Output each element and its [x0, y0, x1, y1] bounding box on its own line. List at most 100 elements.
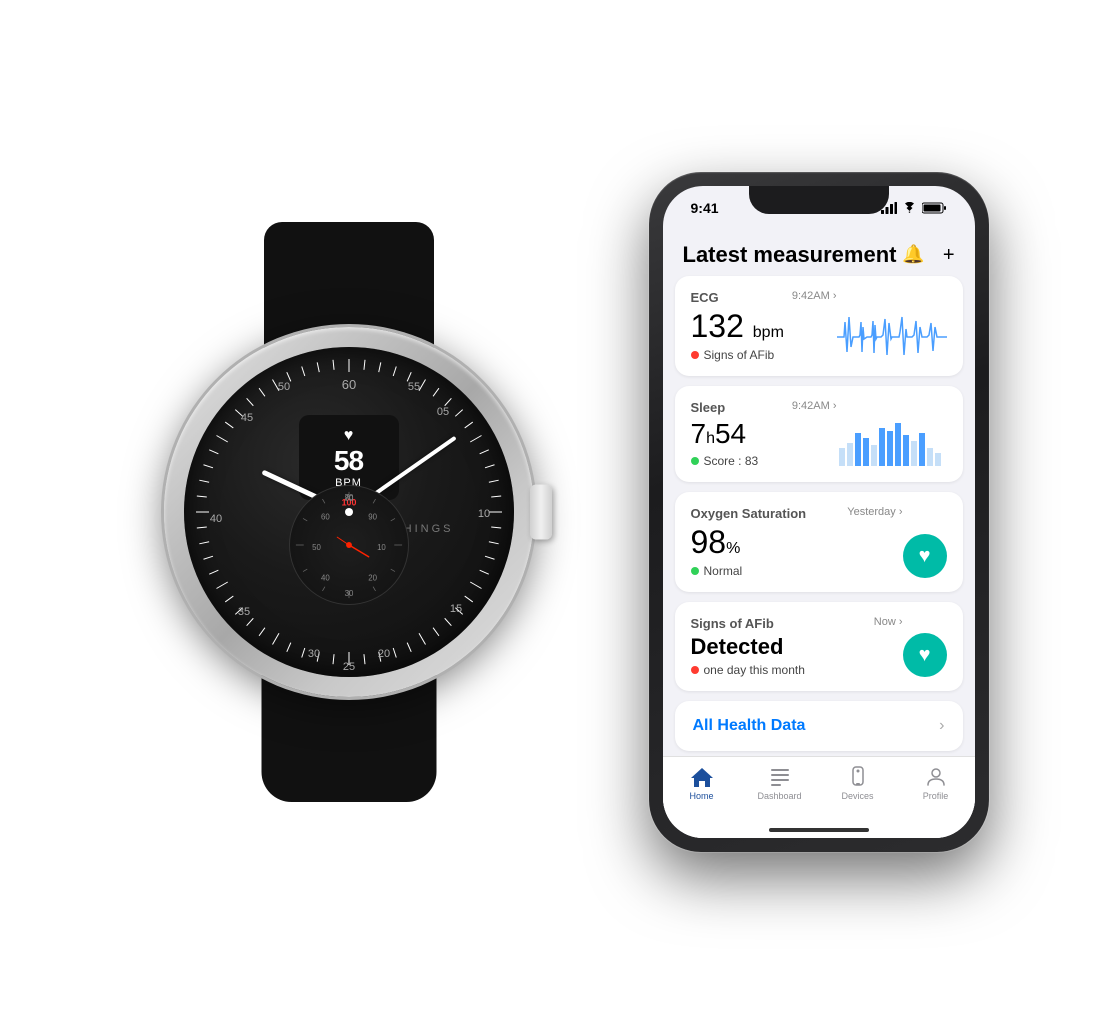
plus-icon[interactable]: +	[943, 244, 955, 267]
oxygen-card[interactable]: Oxygen Saturation Yesterday › 98% Normal	[675, 492, 963, 592]
ecg-card-title: ECG	[691, 290, 719, 305]
svg-text:50: 50	[277, 381, 289, 393]
tab-home[interactable]: Home	[663, 765, 741, 801]
sleep-card-value: 7h54	[691, 419, 837, 450]
status-icons	[881, 202, 947, 214]
svg-text:70: 70	[344, 493, 353, 502]
tab-dashboard[interactable]: Dashboard	[741, 765, 819, 801]
afib-card-left: Signs of AFib Now › Detected one day thi…	[691, 616, 903, 677]
oxygen-teal-icon: ♥	[903, 534, 947, 578]
oxygen-card-title: Oxygen Saturation	[691, 506, 807, 521]
afib-card-header: Signs of AFib Now ›	[691, 616, 903, 631]
oxygen-card-status: Normal	[691, 564, 903, 578]
ecg-card-status: Signs of AFib	[691, 348, 837, 362]
all-health-data-chevron: ›	[939, 717, 944, 735]
afib-heart-icon: ♥	[919, 644, 931, 667]
dashboard-icon	[768, 765, 792, 789]
oxygen-heart-icon: ♥	[919, 545, 931, 568]
all-health-data-row[interactable]: All Health Data ›	[675, 701, 963, 751]
svg-text:30: 30	[307, 648, 319, 660]
phone-body: 9:41	[649, 172, 989, 852]
sleep-card[interactable]: Sleep 9:42AM › 7h54 Score : 83	[675, 386, 963, 482]
battery-icon	[922, 202, 947, 214]
ecg-status-dot	[691, 351, 699, 359]
svg-text:20: 20	[368, 573, 377, 582]
svg-text:40: 40	[321, 573, 330, 582]
afib-card-body: Signs of AFib Now › Detected one day thi…	[691, 616, 947, 677]
afib-status-dot	[691, 666, 699, 674]
afib-card[interactable]: Signs of AFib Now › Detected one day thi…	[675, 602, 963, 691]
home-icon	[689, 765, 715, 789]
phone-notch	[749, 186, 889, 214]
oxygen-status-dot	[691, 567, 699, 575]
watch-case: 60 05 10 15 20 25 30 35 40 45 50 55 WITH…	[164, 327, 534, 697]
oxygen-card-left: Oxygen Saturation Yesterday › 98% Normal	[691, 506, 903, 578]
status-time: 9:41	[691, 200, 719, 216]
tab-profile[interactable]: Profile	[897, 765, 975, 801]
header-icons: 🔔 +	[902, 244, 954, 267]
sleep-card-left: Sleep 9:42AM › 7h54 Score : 83	[691, 400, 837, 468]
ecg-card[interactable]: ECG 9:42AM › 132 bpm Signs of AFib	[675, 276, 963, 376]
oxygen-status-text: Normal	[704, 564, 743, 578]
ecg-card-left: ECG 9:42AM › 132 bpm Signs of AFib	[691, 290, 837, 362]
svg-text:20: 20	[377, 648, 389, 660]
sleep-card-title: Sleep	[691, 400, 726, 415]
bpm-number: 58	[334, 447, 363, 475]
ecg-card-value: 132 bpm	[691, 309, 837, 344]
afib-teal-icon: ♥	[903, 633, 947, 677]
tab-devices-label: Devices	[841, 791, 873, 801]
wifi-icon	[902, 202, 917, 214]
tab-bar: Home Dashboard	[663, 756, 975, 838]
tab-devices[interactable]: Devices	[819, 765, 897, 801]
afib-card-title: Signs of AFib	[691, 616, 774, 631]
tab-home-label: Home	[689, 791, 713, 801]
svg-text:25: 25	[342, 661, 354, 673]
heart-icon-watch: ♥	[344, 427, 354, 445]
ecg-chart	[837, 307, 947, 362]
cards-container: ECG 9:42AM › 132 bpm Signs of AFib	[663, 276, 975, 691]
app-title: Latest measurement	[683, 242, 897, 268]
watch-subdial: 100 10 20 30 40 50 60 90 80 70	[289, 485, 409, 605]
ecg-unit: bpm	[753, 324, 784, 341]
sleep-card-header: Sleep 9:42AM ›	[691, 400, 837, 415]
svg-text:35: 35	[237, 606, 249, 618]
svg-text:15: 15	[449, 603, 461, 615]
svg-text:55: 55	[407, 381, 419, 393]
oxygen-card-body: Oxygen Saturation Yesterday › 98% Normal	[691, 506, 947, 578]
subdial-svg: 100 10 20 30 40 50 60 90 80 70	[290, 486, 408, 604]
watch-crown	[530, 485, 552, 540]
app-content: Latest measurement 🔔 +	[663, 230, 975, 838]
phone-container: 9:41	[649, 172, 989, 852]
bell-icon[interactable]: 🔔	[902, 244, 924, 267]
svg-text:45: 45	[240, 412, 252, 424]
afib-card-time: Now ›	[874, 616, 903, 628]
svg-text:40: 40	[209, 513, 221, 525]
oxygen-card-time: Yesterday ›	[847, 506, 902, 518]
sleep-card-time: 9:42AM ›	[792, 400, 837, 412]
svg-text:10: 10	[477, 508, 489, 520]
sleep-card-body: Sleep 9:42AM › 7h54 Score : 83	[691, 400, 947, 468]
scene: 60 05 10 15 20 25 30 35 40 45 50 55 WITH…	[0, 0, 1097, 1024]
svg-text:90: 90	[368, 512, 377, 521]
watch-center-dot	[345, 508, 353, 516]
ecg-card-time: 9:42AM ›	[792, 290, 837, 302]
tab-dashboard-label: Dashboard	[757, 791, 801, 801]
devices-icon	[846, 765, 870, 789]
profile-icon	[924, 765, 948, 789]
svg-text:05: 05	[436, 406, 448, 418]
afib-status-text: one day this month	[704, 663, 805, 677]
afib-card-status: one day this month	[691, 663, 903, 677]
ecg-status-text: Signs of AFib	[704, 348, 775, 362]
svg-text:60: 60	[321, 512, 330, 521]
watch-face: 60 05 10 15 20 25 30 35 40 45 50 55 WITH…	[184, 347, 514, 677]
sleep-card-status: Score : 83	[691, 454, 837, 468]
svg-text:50: 50	[312, 543, 321, 552]
all-health-data-text: All Health Data	[693, 717, 806, 735]
sleep-chart	[837, 413, 947, 468]
phone-screen: 9:41	[663, 186, 975, 838]
afib-card-value: Detected	[691, 635, 903, 659]
ecg-card-body: ECG 9:42AM › 132 bpm Signs of AFib	[691, 290, 947, 362]
oxygen-card-value: 98%	[691, 525, 903, 560]
ecg-card-header: ECG 9:42AM ›	[691, 290, 837, 305]
watch-container: 60 05 10 15 20 25 30 35 40 45 50 55 WITH…	[109, 222, 589, 802]
